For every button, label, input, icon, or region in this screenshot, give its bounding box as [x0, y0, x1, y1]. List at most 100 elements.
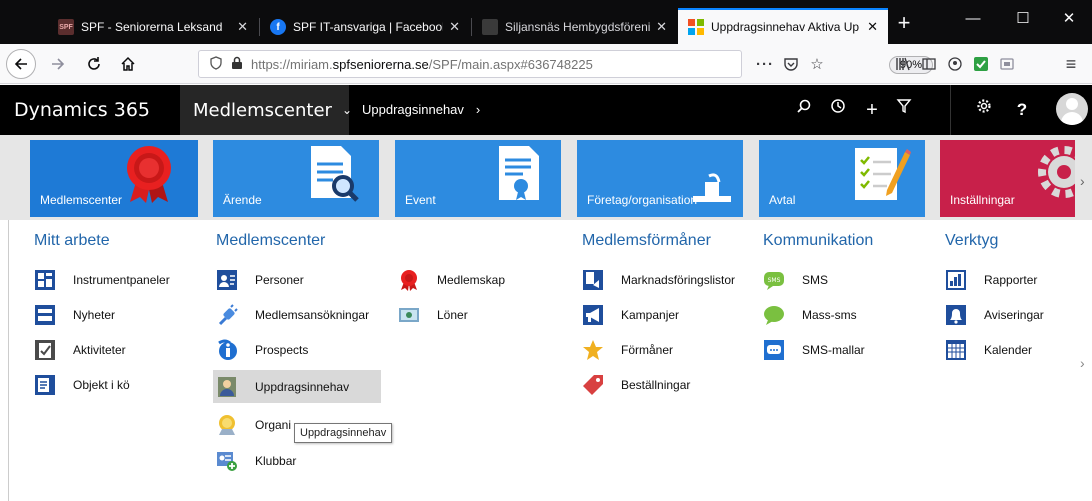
club-add-icon — [216, 450, 238, 472]
pocket-icon[interactable] — [778, 50, 804, 78]
tab-title: Siljansnäs Hembygdsförening — [505, 20, 651, 34]
menu-item-kalender[interactable]: Kalender — [945, 333, 1070, 366]
ribbon-award-icon — [127, 146, 171, 203]
sidebar-icon[interactable] — [916, 50, 942, 78]
sms-icon: SMS — [763, 269, 785, 291]
menu-item-medlemskap[interactable]: Medlemskap — [398, 263, 564, 296]
sitemap-menu: Mitt arbete Instrumentpaneler Nyheter Ak… — [0, 220, 1092, 501]
help-icon[interactable]: ? — [1006, 85, 1038, 135]
screenshot-icon[interactable] — [994, 50, 1020, 78]
menu-item-nyheter[interactable]: Nyheter — [34, 298, 199, 331]
tile-installningar[interactable]: Inställningar — [940, 140, 1075, 217]
checkmark-extension-icon[interactable] — [968, 50, 994, 78]
news-icon — [34, 304, 56, 326]
menu-hamburger-icon[interactable]: ≡ — [1058, 50, 1084, 78]
url-prefix: https://miriam. — [251, 56, 333, 72]
menu-item-kampanjer[interactable]: Kampanjer — [582, 298, 752, 331]
report-chart-icon — [945, 269, 967, 291]
menu-item-mass-sms[interactable]: Mass-sms — [763, 298, 928, 331]
person-badge-icon — [216, 376, 238, 398]
chevron-down-icon: ⌄ — [341, 103, 352, 117]
menu-item-aktiviteter[interactable]: Aktiviteter — [34, 333, 199, 366]
group-title-medlemsformaner: Medlemsförmåner — [582, 232, 711, 249]
shield-icon[interactable] — [205, 55, 227, 73]
maximize-icon[interactable]: ☐ — [1000, 4, 1046, 34]
close-window-icon[interactable]: ✕ — [1046, 4, 1092, 34]
menu-item-medlemsansokningar[interactable]: Medlemsansökningar — [216, 298, 382, 331]
tile-foretag[interactable]: Företag/organisation — [577, 140, 743, 217]
menu-item-prospects[interactable]: Prospects — [216, 333, 382, 366]
tile-medlemscenter[interactable]: Medlemscenter — [30, 140, 198, 217]
gear-icon[interactable] — [968, 85, 1000, 135]
page-actions-icon[interactable]: ··· — [752, 50, 778, 78]
tile-label: Event — [405, 193, 436, 207]
close-icon[interactable]: ✕ — [867, 19, 878, 35]
menu-item-marknadsforingslistor[interactable]: Marknadsföringslistor — [582, 263, 752, 296]
history-icon[interactable] — [822, 85, 854, 135]
reload-icon[interactable] — [80, 50, 108, 78]
tile-avtal[interactable]: Avtal — [759, 140, 925, 217]
forward-arrow-icon[interactable] — [44, 50, 72, 78]
tile-arende[interactable]: Ärende — [213, 140, 379, 217]
menu-item-klubbar[interactable]: Klubbar — [216, 444, 382, 477]
menu-item-sms[interactable]: SMS SMS — [763, 263, 928, 296]
menu-item-label: Uppdragsinnehav — [255, 379, 350, 394]
home-icon[interactable] — [114, 50, 142, 78]
chat-bubble-icon — [763, 304, 785, 326]
menu-item-objekt-i-ko[interactable]: Objekt i kö — [34, 368, 199, 401]
minimize-icon[interactable]: — — [950, 4, 996, 34]
area-selector[interactable]: Medlemscenter ⌄ — [180, 85, 352, 135]
menu-item-rapporter[interactable]: Rapporter — [945, 263, 1070, 296]
close-icon[interactable]: ✕ — [237, 19, 248, 35]
group-title-mitt-arbete: Mitt arbete — [34, 232, 110, 249]
menu-item-label: Mass-sms — [802, 307, 857, 322]
user-avatar-icon[interactable] — [1056, 93, 1088, 125]
tab-siljansnas[interactable]: Siljansnäs Hembygdsförening ✕ — [472, 10, 677, 44]
menu-item-label: Prospects — [255, 342, 309, 357]
search-icon[interactable] — [788, 85, 820, 135]
breadcrumb-label: Uppdragsinnehav — [362, 102, 464, 117]
plug-icon — [216, 303, 238, 326]
sms-template-icon — [763, 339, 785, 361]
library-icon[interactable] — [890, 50, 916, 78]
menu-item-uppdragsinnehav[interactable]: Uppdragsinnehav — [213, 370, 381, 403]
app-brand[interactable]: Dynamics 365 — [14, 85, 150, 135]
menu-item-bestallningar[interactable]: Beställningar — [582, 368, 752, 401]
new-tab-button[interactable]: + — [892, 8, 916, 40]
tab-spf-seniorerna[interactable]: SPF SPF - Seniorerna Leksand ✕ — [48, 10, 258, 44]
url-path: /SPF/main.aspx#636748225 — [428, 56, 593, 72]
document-search-icon — [311, 146, 359, 202]
tab-uppdragsinnehav[interactable]: Uppdragsinnehav Aktiva Up ✕ — [678, 8, 888, 44]
settings-gear-icon — [1038, 146, 1075, 198]
tile-label: Inställningar — [950, 193, 1015, 207]
chevron-right-icon: › — [475, 102, 481, 117]
menu-item-label: Aviseringar — [984, 307, 1044, 322]
menu-item-aviseringar[interactable]: Aviseringar — [945, 298, 1070, 331]
marketing-list-icon — [582, 269, 604, 291]
lock-icon[interactable] — [229, 56, 245, 73]
account-icon[interactable] — [942, 50, 968, 78]
url-bar[interactable]: https://miriam.spfseniorerna.se/SPF/main… — [198, 50, 933, 78]
chevron-right-icon[interactable]: › — [1080, 173, 1085, 189]
close-icon[interactable]: ✕ — [656, 19, 667, 35]
certificate-icon — [499, 146, 539, 200]
close-icon[interactable]: ✕ — [449, 19, 460, 35]
back-arrow-icon[interactable] — [6, 49, 36, 79]
menu-item-loner[interactable]: Löner — [398, 298, 564, 331]
menu-item-label: SMS-mallar — [802, 342, 865, 357]
menu-item-sms-mallar[interactable]: SMS-mallar — [763, 333, 928, 366]
browser-tab-bar: SPF SPF - Seniorerna Leksand ✕ f SPF IT-… — [0, 0, 1092, 44]
bookmark-star-icon[interactable]: ☆ — [804, 50, 830, 78]
tile-event[interactable]: Event — [395, 140, 561, 217]
menu-item-instrumentpaneler[interactable]: Instrumentpaneler — [34, 263, 199, 296]
spf-logo-icon: SPF — [58, 19, 74, 35]
tile-label: Företag/organisation — [587, 193, 698, 207]
menu-item-formaner[interactable]: Förmåner — [582, 333, 752, 366]
breadcrumb[interactable]: Uppdragsinnehav › — [362, 85, 480, 135]
filter-icon[interactable] — [888, 85, 920, 135]
chevron-right-icon[interactable]: › — [1080, 355, 1085, 371]
tab-facebook[interactable]: f SPF IT-ansvariga | Facebook ✕ — [260, 10, 470, 44]
menu-item-personer[interactable]: Personer — [216, 263, 382, 296]
plus-icon[interactable]: + — [856, 85, 888, 135]
group-title-medlemscenter: Medlemscenter — [216, 232, 326, 249]
